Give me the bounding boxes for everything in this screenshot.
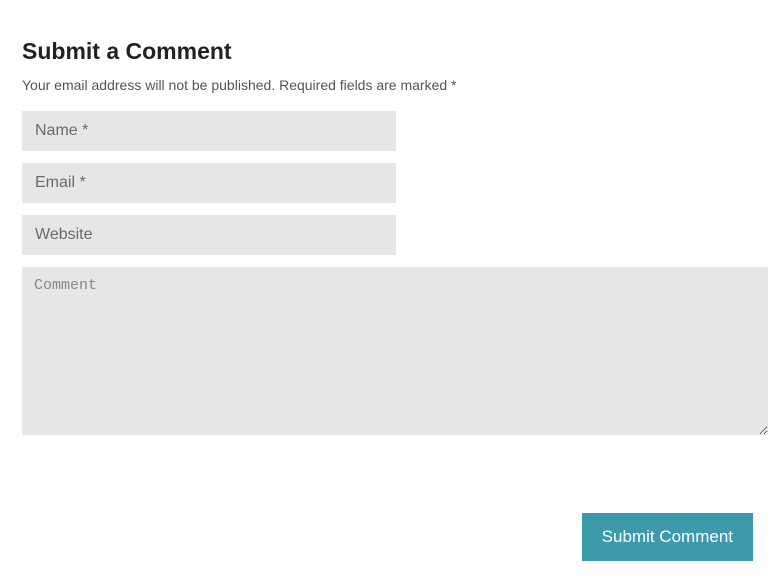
email-field[interactable] (22, 163, 396, 203)
submit-wrapper: Submit Comment (22, 513, 761, 561)
name-field[interactable] (22, 111, 396, 151)
submit-button[interactable]: Submit Comment (582, 513, 753, 561)
form-description: Your email address will not be published… (22, 77, 761, 93)
comment-textarea[interactable] (22, 267, 768, 435)
form-title: Submit a Comment (22, 38, 761, 65)
comment-form-container: Submit a Comment Your email address will… (0, 0, 776, 561)
website-field[interactable] (22, 215, 396, 255)
